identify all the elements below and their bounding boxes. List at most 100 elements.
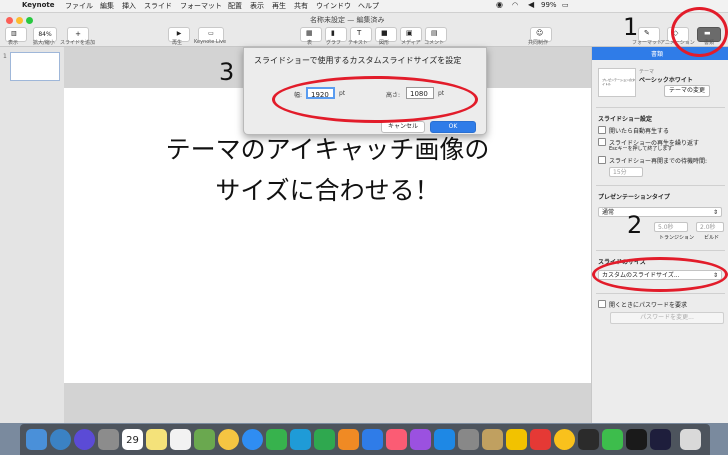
music-icon[interactable] [386, 429, 407, 450]
annotation-number-2: 2 [627, 211, 643, 239]
minimize-window-button[interactable] [16, 17, 23, 24]
battery-icon[interactable]: ▭ [562, 1, 569, 9]
trash-icon[interactable] [680, 429, 701, 450]
menu-view[interactable]: 表示 [250, 1, 264, 11]
table-label: 表 [307, 40, 313, 46]
collaborate-label: 共同制作 [528, 40, 549, 46]
finder-icon[interactable] [26, 429, 47, 450]
dock: 29 [20, 424, 710, 455]
collaborate-icon: ☺ [536, 29, 544, 37]
comment-label: コメント [424, 40, 445, 46]
notes-icon[interactable] [146, 429, 167, 450]
loop-checkbox[interactable] [598, 138, 606, 146]
restart-label: スライドショー再開までの待機時間: [609, 158, 708, 165]
presentation-type-value: 通常 [602, 209, 615, 216]
toolbar: 名称未設定 — 編集済み ▥ 84% + ▶ ▭ ▦ ▮ T ■ ▣ ▤ ☺ ✎… [0, 13, 728, 47]
safari-icon[interactable] [50, 429, 71, 450]
paintbrush-icon: ✎ [644, 29, 650, 37]
slide-number: 1 [3, 53, 7, 60]
menu-app[interactable]: Keynote [22, 1, 55, 9]
menu-format[interactable]: フォーマット [180, 1, 222, 11]
annotation-ring-3 [272, 76, 478, 123]
app-icon[interactable] [626, 429, 647, 450]
maps-icon[interactable] [194, 429, 215, 450]
wifi-icon[interactable]: ◠ [512, 1, 518, 9]
menu-arrange[interactable]: 配置 [228, 1, 242, 11]
app-store-icon[interactable] [434, 429, 455, 450]
text-label: テキスト [348, 40, 368, 46]
change-theme-button[interactable]: テーマの変更 [664, 85, 710, 97]
volume-icon[interactable]: ◀ [528, 0, 534, 9]
sidebar-icon: ▥ [11, 30, 17, 37]
status-icon[interactable]: ◉ [496, 0, 503, 9]
menu-play[interactable]: 再生 [272, 1, 286, 11]
facetime-icon[interactable] [266, 429, 287, 450]
document-inspector: 書類 プレゼンテーションのタイトル テーマ ベーシックホワイト テーマの変更 ス… [591, 47, 728, 423]
numbers-icon[interactable] [314, 429, 335, 450]
calendar-icon[interactable]: 29 [122, 429, 143, 450]
restart-checkbox[interactable] [598, 156, 606, 164]
restart-time-field[interactable]: 15分 [609, 167, 643, 177]
menu-file[interactable]: ファイル [65, 1, 93, 11]
rocket-icon[interactable] [98, 429, 119, 450]
pages-icon[interactable] [338, 429, 359, 450]
chevron-updown-icon: ⇕ [712, 209, 718, 216]
menu-edit[interactable]: 編集 [100, 1, 114, 11]
menu-share[interactable]: 共有 [294, 1, 308, 11]
preview-icon[interactable] [482, 429, 503, 450]
close-window-button[interactable] [6, 17, 13, 24]
view-label: 表示 [8, 40, 19, 46]
duck-icon[interactable] [506, 429, 527, 450]
chart-label: グラフ [326, 40, 342, 46]
slide-text-line-2[interactable]: サイズに合わせる！ [64, 171, 591, 207]
kindle-icon[interactable] [578, 429, 599, 450]
divider [596, 250, 725, 251]
dialog-title: スライドショーで使用するカスタムスライドサイズを設定 [254, 56, 462, 65]
keynote-icon[interactable] [362, 429, 383, 450]
shape-label: 図形 [379, 40, 390, 46]
checkmark-icon[interactable] [554, 429, 575, 450]
line-icon[interactable] [602, 429, 623, 450]
slide-navigator: 1 [0, 47, 65, 423]
change-password-button[interactable]: パスワードを変更... [610, 312, 724, 324]
autoplay-checkbox[interactable] [598, 126, 606, 134]
slide-text-line-1[interactable]: テーマのアイキャッチ画像の [64, 130, 591, 166]
presentation-type-select[interactable]: 通常 ⇕ [598, 207, 722, 217]
reminders-icon[interactable] [170, 429, 191, 450]
battery-percent: 99% [541, 1, 557, 9]
annotation-ring-2 [592, 257, 728, 292]
annotation-number-3: 3 [219, 58, 235, 86]
theme-name: ベーシックホワイト [639, 77, 693, 84]
annotation-number-1: 1 [623, 13, 639, 41]
comment-icon: ▤ [431, 29, 438, 37]
zoom-window-button[interactable] [26, 17, 33, 24]
chart-icon: ▮ [331, 29, 335, 37]
slide-thumbnail[interactable] [10, 52, 60, 81]
menu-help[interactable]: ヘルプ [358, 1, 379, 11]
menu-slide[interactable]: スライド [144, 1, 172, 11]
add-slide-label: スライドを追加 [60, 40, 96, 46]
photos-icon[interactable] [218, 429, 239, 450]
transition-delay-field[interactable]: 5.0秒 [654, 222, 688, 232]
play-label: 再生 [172, 40, 183, 46]
theme-thumbnail[interactable]: プレゼンテーションのタイトル [598, 68, 636, 97]
system-preferences-icon[interactable] [458, 429, 479, 450]
keynote-live-label: Keynote Live [194, 39, 227, 45]
menu-window[interactable]: ウインドウ [316, 1, 351, 11]
tab-document[interactable]: 書類 [651, 49, 663, 58]
divider [596, 107, 725, 108]
messages-icon[interactable] [242, 429, 263, 450]
shape-icon: ■ [381, 29, 388, 37]
menu-insert[interactable]: 挿入 [122, 1, 136, 11]
security-icon[interactable] [650, 429, 671, 450]
password-checkbox[interactable] [598, 300, 606, 308]
siri-icon[interactable] [74, 429, 95, 450]
contacts-icon[interactable] [290, 429, 311, 450]
annotation-ring-1 [671, 7, 728, 57]
build-delay-field[interactable]: 2.0秒 [696, 222, 724, 232]
podcasts-icon[interactable] [410, 429, 431, 450]
mail-icon[interactable] [530, 429, 551, 450]
media-label: メディア [401, 40, 421, 46]
ok-button[interactable]: OK [430, 121, 476, 133]
table-icon: ▦ [306, 29, 313, 37]
